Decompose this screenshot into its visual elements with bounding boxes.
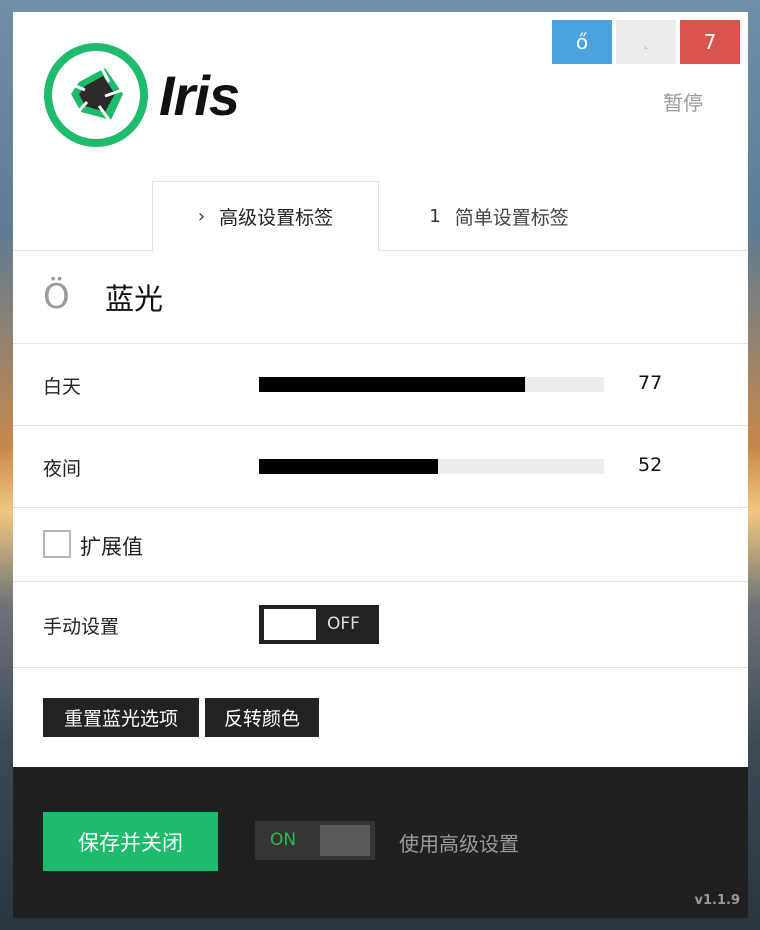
- tab-label: 简单设置标签: [454, 206, 569, 229]
- maximize-button[interactable]: ˛: [616, 20, 676, 64]
- version-label: v1.1.9: [694, 893, 741, 908]
- save-and-close-button[interactable]: 保存并关闭: [43, 812, 218, 871]
- manual-settings-row: 手动设置 OFF: [13, 582, 748, 668]
- night-slider-row: 夜间 52: [13, 426, 748, 508]
- logo-text: Iris: [159, 63, 240, 127]
- night-label: 夜间: [43, 458, 82, 480]
- day-slider[interactable]: [259, 377, 604, 392]
- tab-label: 高级设置标签: [219, 207, 334, 229]
- toggle-state-text: OFF: [327, 614, 360, 634]
- night-value: 52: [638, 454, 663, 476]
- simple-settings-icon: 1: [429, 205, 441, 227]
- window-controls: ő ˛ 7: [552, 20, 740, 64]
- minimize-button[interactable]: ő: [552, 20, 612, 64]
- close-button[interactable]: 7: [680, 20, 740, 64]
- aperture-icon: [44, 43, 148, 147]
- section-title: 蓝光: [105, 282, 164, 316]
- toggle-state-text: ON: [270, 830, 297, 850]
- tab-simple-settings[interactable]: 1 简单设置标签: [379, 181, 619, 251]
- reset-blue-light-button[interactable]: 重置蓝光选项: [43, 698, 199, 737]
- extend-values-label: 扩展值: [80, 535, 143, 559]
- night-slider-fill: [259, 459, 439, 474]
- advanced-settings-toggle[interactable]: ON: [255, 821, 375, 860]
- day-label: 白天: [43, 376, 82, 398]
- invert-colors-button[interactable]: 反转颜色: [205, 698, 319, 737]
- pause-link[interactable]: 暂停: [663, 87, 703, 116]
- footer: 保存并关闭 ON 使用高级设置 v1.1.9: [13, 767, 748, 918]
- use-advanced-settings-label: 使用高级设置: [399, 832, 519, 856]
- night-slider[interactable]: [259, 459, 604, 474]
- iris-logo: Iris: [43, 42, 240, 148]
- manual-settings-toggle[interactable]: OFF: [259, 605, 379, 644]
- extend-values-checkbox[interactable]: [43, 530, 71, 558]
- iris-window: ő ˛ 7 暂停 Iris › 高级设置标签 1 简单设置标签 Ö 蓝光 白天 …: [13, 12, 748, 918]
- chevron-right-icon: ›: [197, 206, 206, 227]
- day-value: 77: [638, 372, 663, 394]
- blue-light-section-header: Ö 蓝光: [13, 251, 748, 344]
- manual-settings-label: 手动设置: [43, 616, 120, 638]
- tab-bar: › 高级设置标签 1 简单设置标签: [13, 181, 748, 252]
- day-slider-row: 白天 77: [13, 344, 748, 426]
- toggle-knob: [320, 825, 370, 856]
- toggle-knob: [264, 609, 316, 640]
- extend-values-row: 扩展值: [13, 508, 748, 582]
- tab-advanced-settings[interactable]: › 高级设置标签: [152, 181, 379, 252]
- bulb-icon: Ö: [43, 277, 70, 317]
- day-slider-fill: [259, 377, 525, 392]
